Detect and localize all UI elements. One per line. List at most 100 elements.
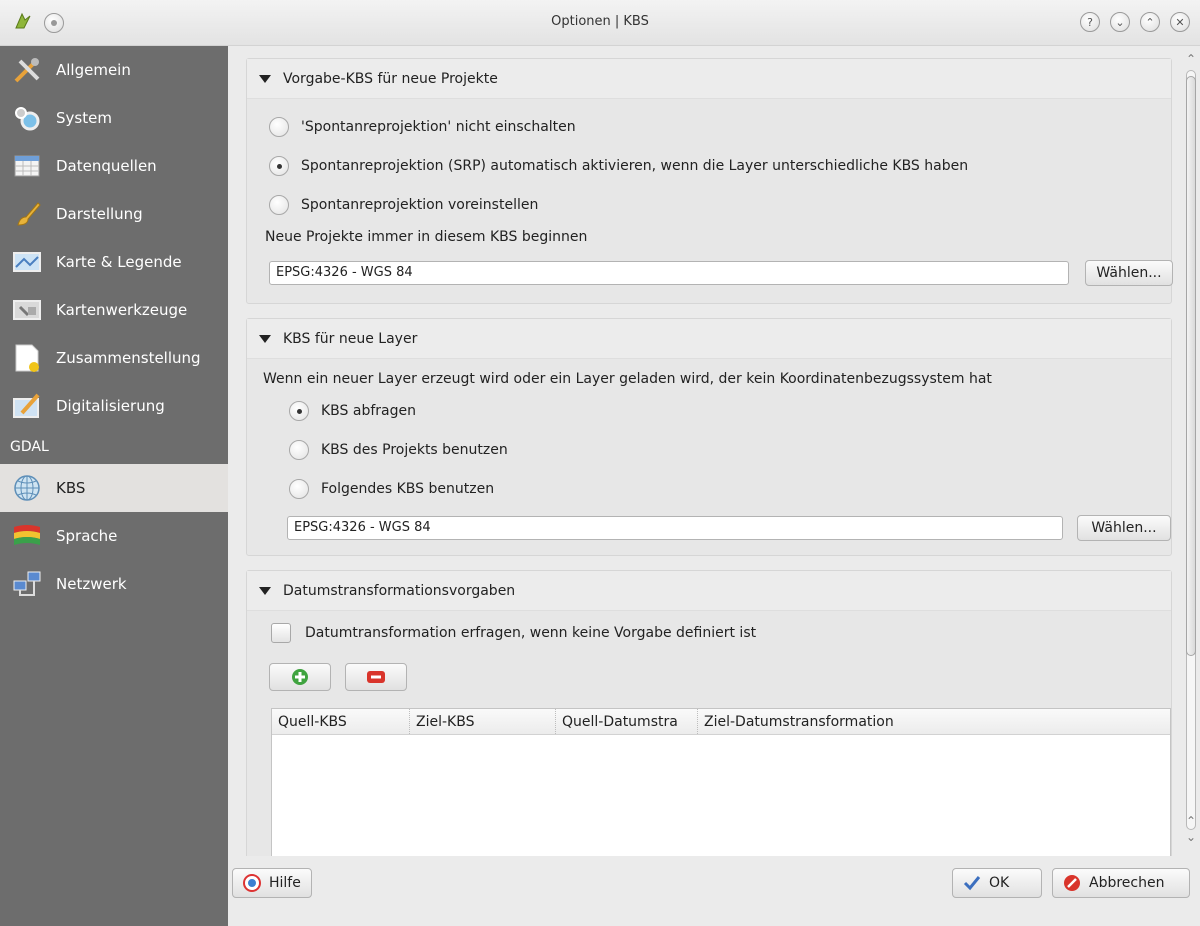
sidebar-item-label: Datenquellen [56, 157, 157, 175]
cancel-icon [1064, 875, 1080, 891]
datum-transform-table[interactable]: Quell-KBS Ziel-KBS Quell-Datumstra Ziel-… [271, 708, 1171, 858]
add-transform-button[interactable] [269, 663, 331, 691]
sidebar-item-label: Netzwerk [56, 575, 127, 593]
remove-transform-button[interactable] [345, 663, 407, 691]
sidebar-item-kartenwerkzeuge[interactable]: Kartenwerkzeuge [0, 286, 228, 334]
radio-button[interactable] [289, 401, 309, 421]
sidebar-item-netzwerk[interactable]: Netzwerk [0, 560, 228, 608]
radio-otf-auto[interactable]: Spontanreprojektion (SRP) automatisch ak… [269, 156, 968, 176]
radio-button[interactable] [289, 479, 309, 499]
ok-button[interactable]: OK [952, 868, 1042, 898]
radio-button[interactable] [269, 156, 289, 176]
vertical-scrollbar[interactable]: ⌃ ⌃ ⌄ [1184, 52, 1198, 850]
sidebar-item-karte-legende[interactable]: Karte & Legende [0, 238, 228, 286]
sidebar-item-label: Darstellung [56, 205, 143, 223]
collapse-triangle-icon[interactable] [259, 334, 271, 343]
ok-label: OK [989, 875, 1010, 891]
sidebar-item-digitalisierung[interactable]: Digitalisierung [0, 382, 228, 430]
project-crs-field[interactable]: EPSG:4326 - WGS 84 [269, 261, 1069, 285]
radio-otf-default[interactable]: Spontanreprojektion voreinstellen [269, 195, 538, 215]
close-button[interactable]: ✕ [1170, 12, 1190, 32]
checkmark-icon [963, 876, 981, 891]
help-lifebuoy-icon [243, 874, 261, 892]
brush-icon [17, 202, 41, 226]
sidebar-item-label: Allgemein [56, 61, 131, 79]
radio-label: Folgendes KBS benutzen [321, 481, 495, 497]
scroll-up-icon[interactable]: ⌃ [1186, 52, 1196, 66]
radio-no-otf[interactable]: 'Spontanreprojektion' nicht einschalten [269, 117, 576, 137]
options-sidebar: Allgemein System Datenquellen Darstellun… [0, 46, 228, 926]
radio-button[interactable] [269, 195, 289, 215]
sidebar-item-label: Digitalisierung [56, 397, 165, 415]
gears-icon [15, 107, 40, 131]
radio-label: KBS abfragen [321, 403, 416, 419]
help-button[interactable]: Hilfe [232, 868, 312, 898]
cancel-button[interactable]: Abbrechen [1052, 868, 1190, 898]
scroll-down-icon[interactable]: ⌄ [1186, 830, 1196, 844]
new-layer-description: Wenn ein neuer Layer erzeugt wird oder e… [263, 371, 992, 387]
help-label: Hilfe [269, 875, 301, 891]
column-header[interactable]: Ziel-Datumstransformation [698, 709, 998, 734]
sidebar-item-label: GDAL [10, 439, 49, 455]
group-datum-transformations: Datumstransformationsvorgaben Datumtrans… [246, 570, 1172, 860]
sidebar-item-label: Zusammenstellung [56, 349, 201, 367]
radio-prompt-crs[interactable]: KBS abfragen [289, 401, 416, 421]
sidebar-item-label: Karte & Legende [56, 253, 182, 271]
radio-label: Spontanreprojektion voreinstellen [301, 197, 539, 213]
radio-label: Spontanreprojektion (SRP) automatisch ak… [301, 158, 969, 174]
window-titlebar: Optionen | KBS ? ⌄ ⌃ ✕ [0, 0, 1200, 46]
sidebar-item-allgemein[interactable]: Allgemein [0, 46, 228, 94]
sidebar-item-darstellung[interactable]: Darstellung [0, 190, 228, 238]
radio-project-crs[interactable]: KBS des Projekts benutzen [289, 440, 508, 460]
column-header[interactable]: Quell-KBS [272, 709, 410, 734]
collapse-triangle-icon[interactable] [259, 74, 271, 83]
sidebar-item-zusammenstellung[interactable]: Zusammenstellung [0, 334, 228, 382]
collapse-triangle-icon[interactable] [259, 586, 271, 595]
group-title: Vorgabe-KBS für neue Projekte [283, 70, 498, 87]
dialog-button-bar: Hilfe OK Abbrechen [228, 856, 1200, 926]
digitize-icon [13, 393, 40, 418]
column-header[interactable]: Ziel-KBS [410, 709, 556, 734]
help-window-button[interactable]: ? [1080, 12, 1100, 32]
sidebar-item-label: Sprache [56, 527, 118, 545]
project-crs-label: Neue Projekte immer in diesem KBS beginn… [265, 229, 588, 245]
group-header[interactable]: KBS für neue Layer [247, 319, 1171, 359]
group-header[interactable]: Datumstransformationsvorgaben [247, 571, 1171, 611]
checkbox[interactable] [271, 623, 291, 643]
table-header: Quell-KBS Ziel-KBS Quell-Datumstra Ziel-… [272, 709, 1170, 735]
sidebar-item-label: KBS [56, 479, 86, 497]
scrollbar-thumb[interactable] [1186, 76, 1196, 656]
minimize-button[interactable]: ⌄ [1110, 12, 1130, 32]
group-title: KBS für neue Layer [283, 330, 418, 347]
options-main-panel: Vorgabe-KBS für neue Projekte 'Spontanre… [232, 46, 1200, 874]
radio-label: KBS des Projekts benutzen [321, 442, 508, 458]
radio-button[interactable] [269, 117, 289, 137]
group-crs-new-layers: KBS für neue Layer Wenn ein neuer Layer … [246, 318, 1172, 556]
choose-project-crs-button[interactable]: Wählen... [1085, 260, 1173, 286]
sidebar-item-datenquellen[interactable]: Datenquellen [0, 142, 228, 190]
sidebar-item-sprache[interactable]: Sprache [0, 512, 228, 560]
radio-default-crs[interactable]: Folgendes KBS benutzen [289, 479, 494, 499]
radio-button[interactable] [289, 440, 309, 460]
group-default-crs-projects: Vorgabe-KBS für neue Projekte 'Spontanre… [246, 58, 1173, 304]
minus-icon [367, 671, 385, 683]
radio-label: 'Spontanreprojektion' nicht einschalten [301, 119, 576, 135]
plus-icon [292, 669, 308, 685]
map-tools-icon [13, 300, 41, 320]
flag-icon [14, 525, 40, 545]
choose-layer-crs-button[interactable]: Wählen... [1077, 515, 1171, 541]
maximize-button[interactable]: ⌃ [1140, 12, 1160, 32]
table-icon [14, 155, 40, 177]
sidebar-item-kbs[interactable]: KBS [0, 464, 228, 512]
column-header[interactable]: Quell-Datumstra [556, 709, 698, 734]
group-header[interactable]: Vorgabe-KBS für neue Projekte [247, 59, 1171, 99]
checkbox-label: Datumtransformation erfragen, wenn keine… [305, 625, 757, 641]
composer-icon [15, 344, 39, 372]
tools-icon [14, 58, 40, 83]
sidebar-item-system[interactable]: System [0, 94, 228, 142]
ask-datum-transform-checkbox[interactable]: Datumtransformation erfragen, wenn keine… [271, 623, 756, 643]
window-title: Optionen | KBS [551, 14, 649, 29]
scroll-up-icon[interactable]: ⌃ [1186, 814, 1196, 828]
layer-crs-field[interactable]: EPSG:4326 - WGS 84 [287, 516, 1063, 540]
sidebar-item-gdal[interactable]: GDAL [0, 430, 228, 464]
